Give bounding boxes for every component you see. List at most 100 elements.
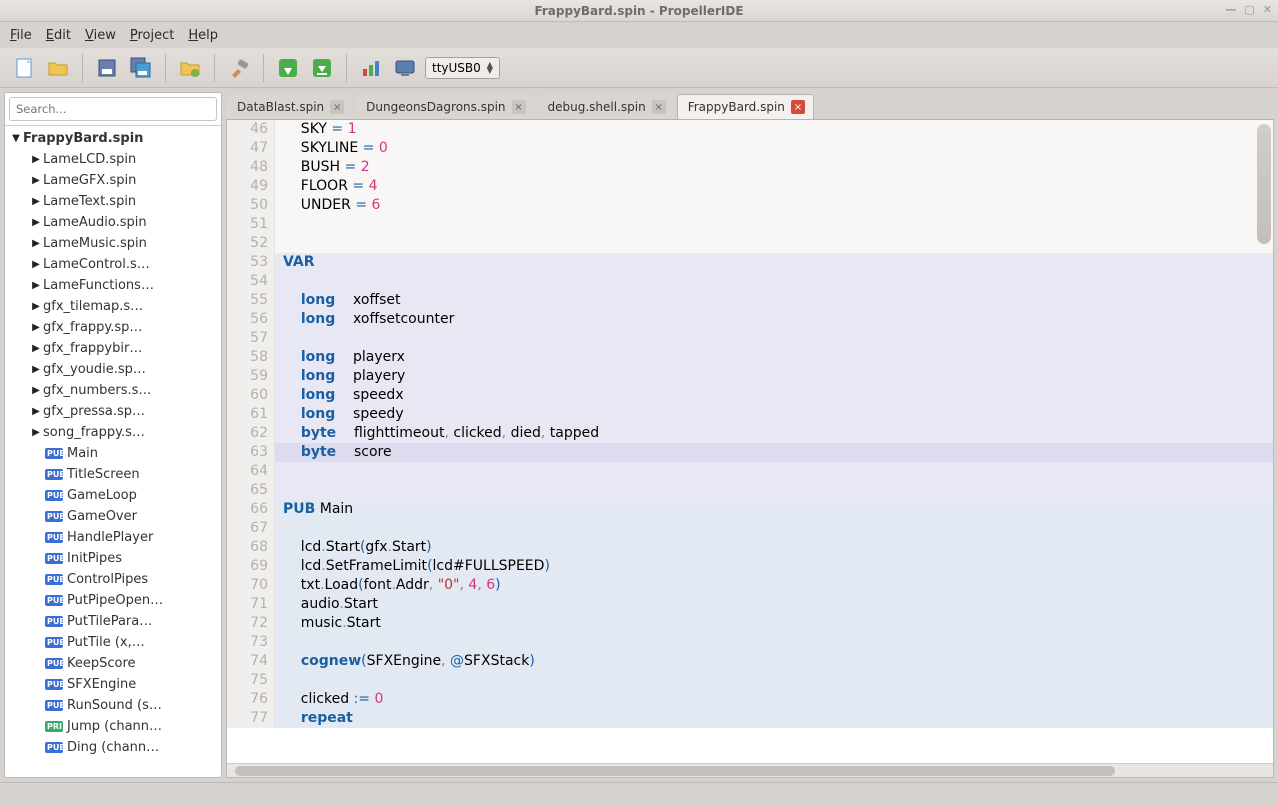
menu-edit[interactable]: Edit (46, 28, 71, 43)
tree-method[interactable]: PUBGameLoop (9, 485, 221, 506)
memory-chart-button[interactable] (357, 54, 385, 82)
tab-close-icon[interactable]: × (512, 100, 526, 114)
menu-file[interactable]: File (10, 28, 32, 43)
code-line[interactable]: 52 (227, 234, 1273, 253)
tree-method[interactable]: PUBDing (chann… (9, 737, 221, 758)
tree-method[interactable]: PUBControlPipes (9, 569, 221, 590)
code-line[interactable]: 60 long speedx (227, 386, 1273, 405)
code-line[interactable]: 50 UNDER = 6 (227, 196, 1273, 215)
tree-method[interactable]: PUBHandlePlayer (9, 527, 221, 548)
code-line[interactable]: 49 FLOOR = 4 (227, 177, 1273, 196)
tree-method[interactable]: PUBPutPipeOpen… (9, 590, 221, 611)
horizontal-scrollbar[interactable] (227, 763, 1273, 777)
code-line[interactable]: 48 BUSH = 2 (227, 158, 1273, 177)
tree-object[interactable]: ▶LameMusic.spin (9, 233, 221, 254)
tree-object[interactable]: ▶LameControl.s… (9, 254, 221, 275)
editor-tab[interactable]: DataBlast.spin× (226, 94, 353, 119)
tree-object[interactable]: ▶song_frappy.s… (9, 422, 221, 443)
code-line[interactable]: 69 lcd.SetFrameLimit(lcd#FULLSPEED) (227, 557, 1273, 576)
tree-object[interactable]: ▶gfx_pressa.sp… (9, 401, 221, 422)
code-line[interactable]: 51 (227, 215, 1273, 234)
code-line[interactable]: 62 byte flighttimeout, clicked, died, ta… (227, 424, 1273, 443)
tree-method[interactable]: PUBPutTile (x,… (9, 632, 221, 653)
tree-object[interactable]: ▶gfx_frappybir… (9, 338, 221, 359)
code-line[interactable]: 56 long xoffsetcounter (227, 310, 1273, 329)
editor-tab[interactable]: DungeonsDagrons.spin× (355, 94, 534, 119)
close-icon[interactable]: ✕ (1263, 3, 1272, 16)
open-project-button[interactable] (176, 54, 204, 82)
code-line[interactable]: 77 repeat (227, 709, 1273, 728)
tree-method[interactable]: PUBKeepScore (9, 653, 221, 674)
code-line[interactable]: 74 cognew(SFXEngine, @SFXStack) (227, 652, 1273, 671)
minimize-icon[interactable]: — (1225, 3, 1236, 16)
open-file-button[interactable] (44, 54, 72, 82)
tree-object[interactable]: ▶LameAudio.spin (9, 212, 221, 233)
terminal-button[interactable] (391, 54, 419, 82)
code-line[interactable]: 65 (227, 481, 1273, 500)
tree-method[interactable]: PUBMain (9, 443, 221, 464)
menu-project[interactable]: Project (130, 28, 175, 43)
tree-method[interactable]: PUBGameOver (9, 506, 221, 527)
code-line[interactable]: 64 (227, 462, 1273, 481)
tree-object[interactable]: ▶gfx_youdie.sp… (9, 359, 221, 380)
code-line[interactable]: 67 (227, 519, 1273, 538)
tree-object[interactable]: ▶gfx_tilemap.s… (9, 296, 221, 317)
code-line[interactable]: 72 music.Start (227, 614, 1273, 633)
new-file-button[interactable] (10, 54, 38, 82)
project-tree[interactable]: ▼FrappyBard.spin▶LameLCD.spin▶LameGFX.sp… (5, 126, 221, 777)
code-line[interactable]: 73 (227, 633, 1273, 652)
code-line[interactable]: 58 long playerx (227, 348, 1273, 367)
tab-close-icon[interactable]: × (652, 100, 666, 114)
load-eeprom-button[interactable] (308, 54, 336, 82)
code-line[interactable]: 63 byte score (227, 443, 1273, 462)
tree-object[interactable]: ▶LameGFX.spin (9, 170, 221, 191)
load-ram-button[interactable] (274, 54, 302, 82)
tab-close-icon[interactable]: × (330, 100, 344, 114)
editor-tab[interactable]: debug.shell.spin× (537, 94, 675, 119)
code-line[interactable]: 68 lcd.Start(gfx.Start) (227, 538, 1273, 557)
line-number: 56 (227, 310, 275, 329)
tree-method[interactable]: PUBSFXEngine (9, 674, 221, 695)
save-button[interactable] (93, 54, 121, 82)
code-line[interactable]: 70 txt.Load(font.Addr, "0", 4, 6) (227, 576, 1273, 595)
line-source (275, 329, 1273, 348)
menu-help[interactable]: Help (188, 28, 218, 43)
code-editor[interactable]: 46 SKY = 147 SKYLINE = 048 BUSH = 249 FL… (226, 120, 1274, 778)
code-line[interactable]: 75 (227, 671, 1273, 690)
line-source (275, 519, 1273, 538)
overview-ruler[interactable] (1257, 124, 1271, 244)
line-number: 74 (227, 652, 275, 671)
tree-method[interactable]: PUBTitleScreen (9, 464, 221, 485)
code-line[interactable]: 54 (227, 272, 1273, 291)
code-line[interactable]: 47 SKYLINE = 0 (227, 139, 1273, 158)
port-select[interactable]: ttyUSB0 ▲▼ (425, 57, 500, 79)
tree-object[interactable]: ▶gfx_frappy.sp… (9, 317, 221, 338)
tree-method[interactable]: PUBPutTilePara… (9, 611, 221, 632)
save-all-button[interactable] (127, 54, 155, 82)
tree-method[interactable]: PUBInitPipes (9, 548, 221, 569)
tree-root[interactable]: ▼FrappyBard.spin (9, 128, 221, 149)
search-input[interactable] (9, 97, 217, 121)
tree-method[interactable]: PRIJump (chann… (9, 716, 221, 737)
tree-method[interactable]: PUBRunSound (s… (9, 695, 221, 716)
code-line[interactable]: 55 long xoffset (227, 291, 1273, 310)
tree-object[interactable]: ▶LameFunctions… (9, 275, 221, 296)
line-source (275, 671, 1273, 690)
code-line[interactable]: 61 long speedy (227, 405, 1273, 424)
tree-object[interactable]: ▶LameLCD.spin (9, 149, 221, 170)
code-line[interactable]: 59 long playery (227, 367, 1273, 386)
code-line[interactable]: 46 SKY = 1 (227, 120, 1273, 139)
editor-tab[interactable]: FrappyBard.spin× (677, 94, 814, 119)
code-line[interactable]: 57 (227, 329, 1273, 348)
build-button[interactable] (225, 54, 253, 82)
code-line[interactable]: 76 clicked := 0 (227, 690, 1273, 709)
window-titlebar: FrappyBard.spin - PropellerIDE — ▢ ✕ (0, 0, 1278, 22)
code-line[interactable]: 53VAR (227, 253, 1273, 272)
code-line[interactable]: 71 audio.Start (227, 595, 1273, 614)
menu-view[interactable]: View (85, 28, 116, 43)
maximize-icon[interactable]: ▢ (1244, 3, 1254, 16)
tree-object[interactable]: ▶gfx_numbers.s… (9, 380, 221, 401)
tree-object[interactable]: ▶LameText.spin (9, 191, 221, 212)
tab-close-icon[interactable]: × (791, 100, 805, 114)
code-line[interactable]: 66PUB Main (227, 500, 1273, 519)
